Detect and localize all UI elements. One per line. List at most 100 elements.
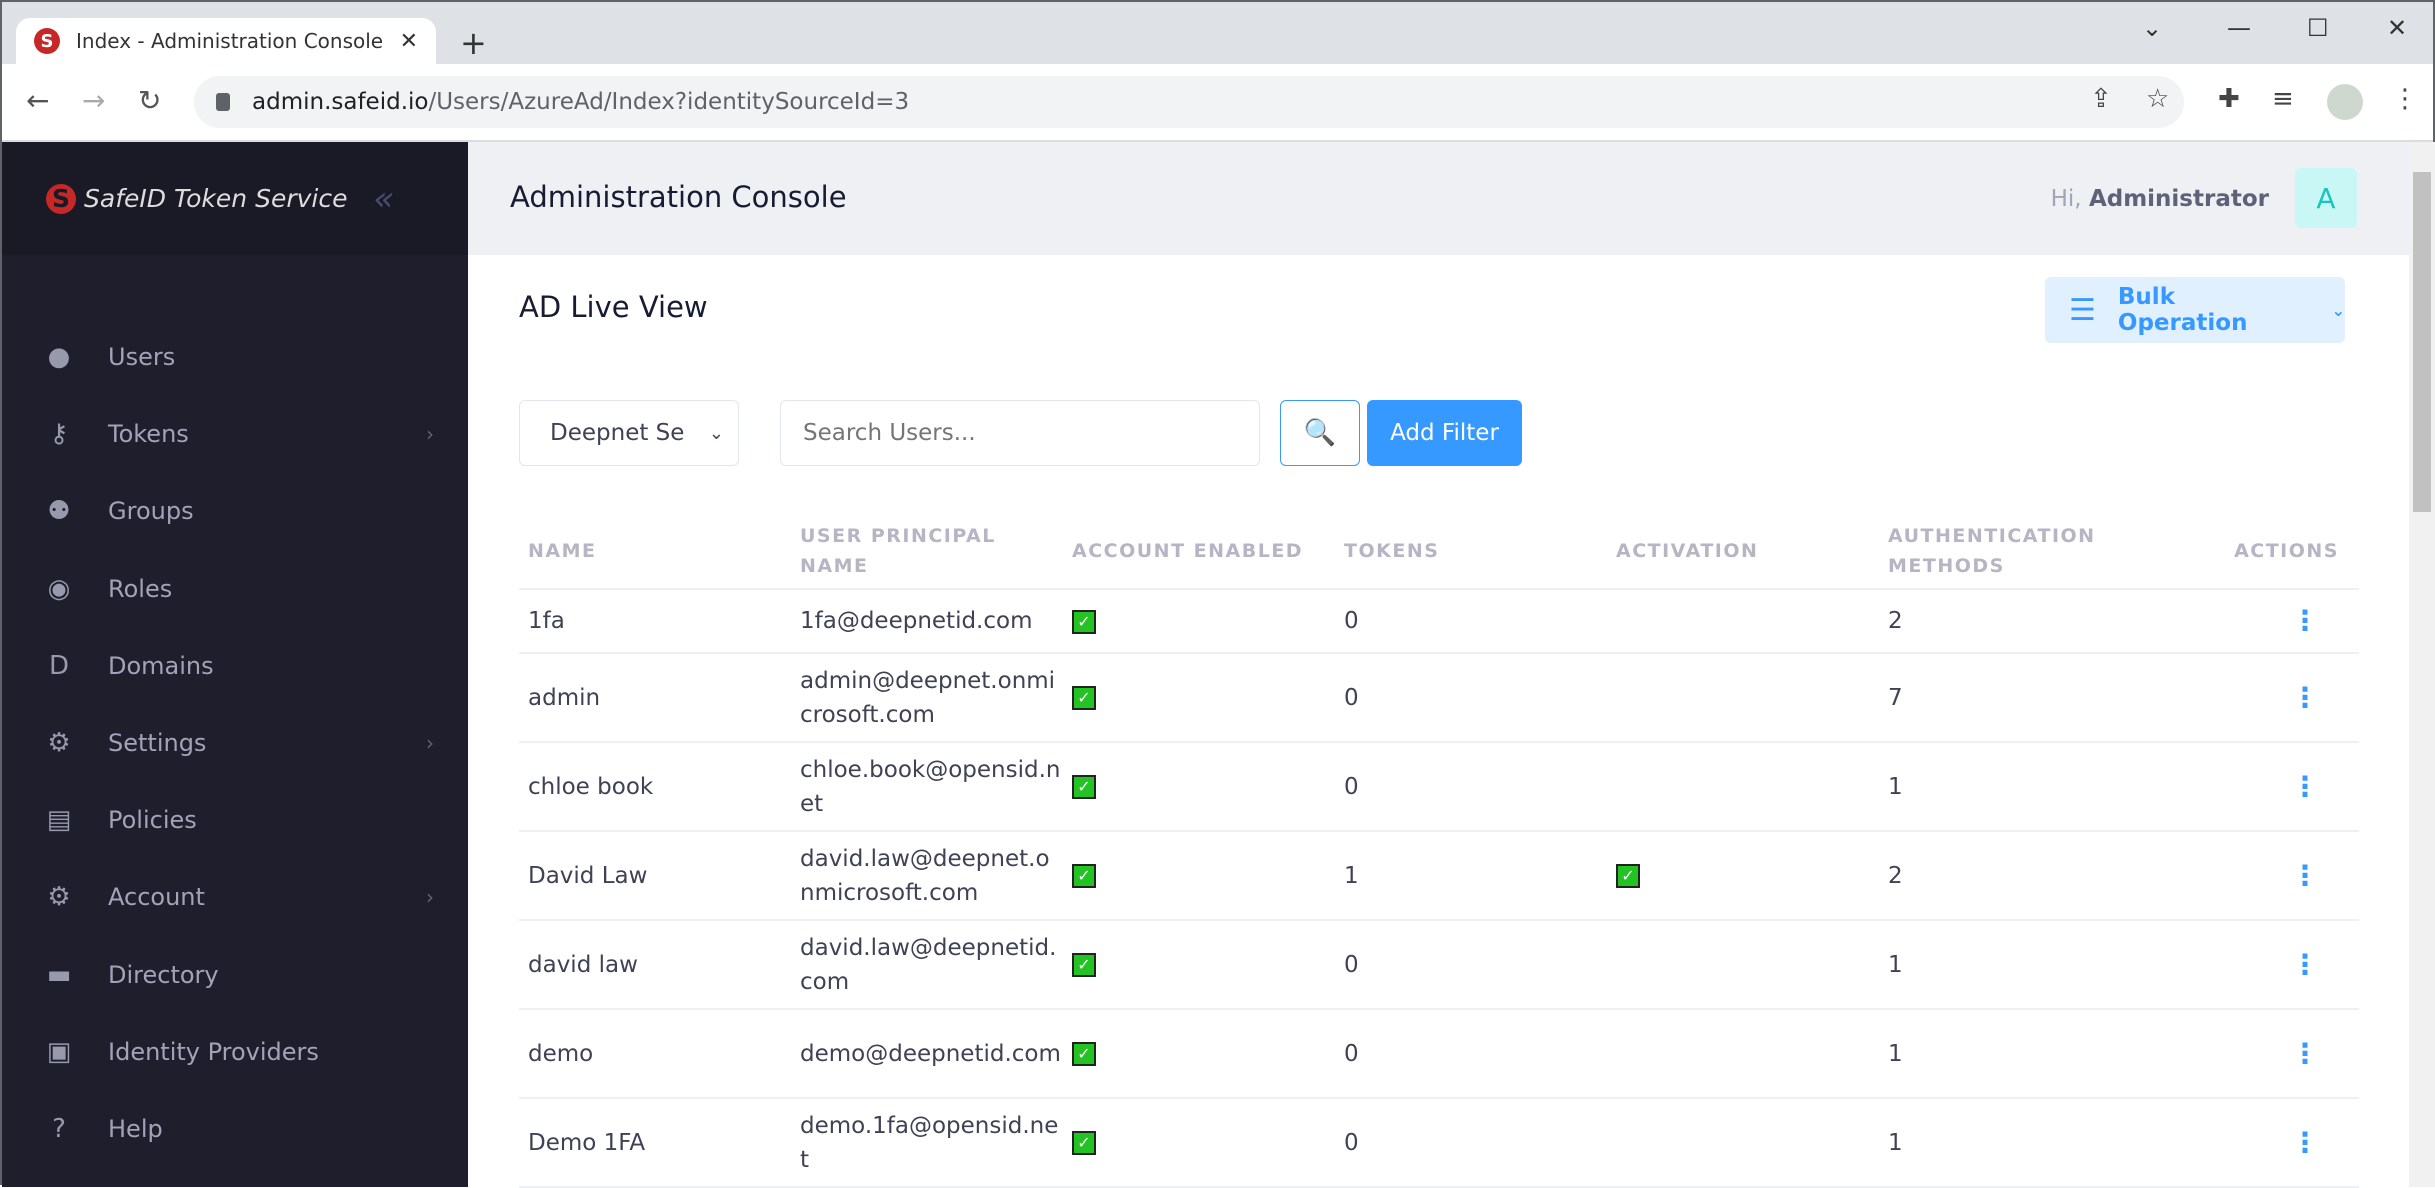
sidebar-item-policies[interactable]: ▤ Policies	[44, 805, 434, 835]
user-name[interactable]: admin	[519, 653, 791, 743]
account-enabled: ✓	[1063, 589, 1335, 654]
column-header[interactable]: USER PRINCIPAL NAME	[791, 513, 1063, 590]
actions-menu-icon[interactable]: ⋮	[2219, 589, 2359, 654]
sidebar-item-account[interactable]: ⚙ Account ›	[44, 882, 434, 912]
collapse-sidebar-icon[interactable]: «	[373, 179, 394, 219]
menu-icon[interactable]: ⋮	[2392, 84, 2418, 114]
tab-search-icon[interactable]: ⌄	[2142, 14, 2162, 42]
auth-methods-count: 1	[1879, 920, 2219, 1010]
column-header[interactable]: TOKENS	[1335, 513, 1607, 590]
bulk-operation-label: Bulk Operation	[2117, 284, 2248, 336]
checkbox-checked-icon: ✓	[1616, 864, 1640, 888]
account-enabled: ✓	[1063, 831, 1335, 921]
actions-menu-icon[interactable]: ⋮	[2219, 1009, 2359, 1099]
checkbox-checked-icon: ✓	[1072, 609, 1096, 634]
actions-menu-icon[interactable]: ⋮	[2219, 1098, 2359, 1188]
question-icon: ?	[52, 1114, 66, 1144]
table-row[interactable]: Demo 1FA demo.1fa@opensid.net ✓ 0 1 ⋮	[519, 1098, 2359, 1188]
column-header[interactable]: ACTIVATION	[1607, 513, 1879, 590]
user-avatar[interactable]: A	[2295, 168, 2357, 228]
close-tab-icon[interactable]: ✕	[400, 29, 418, 54]
maximize-button[interactable]: ☐	[2307, 14, 2329, 42]
back-button[interactable]: ←	[26, 84, 49, 117]
address-bar-row: ← → ↻ admin.safeid.io/Users/AzureAd/Inde…	[2, 64, 2433, 142]
tokens-count: 0	[1335, 589, 1607, 654]
sidebar-item-domains[interactable]: D Domains	[44, 651, 434, 681]
sidebar-item-users[interactable]: ● Users	[44, 342, 434, 372]
sidebar-item-directory[interactable]: ▬ Directory	[44, 960, 434, 990]
sidebar-item-groups[interactable]: ⚉ Groups	[44, 496, 434, 526]
url-field[interactable]: admin.safeid.io/Users/AzureAd/Index?iden…	[194, 76, 2184, 128]
share-icon[interactable]: ⇪	[2090, 84, 2112, 114]
sidebar-item-help[interactable]: ? Help	[44, 1114, 434, 1144]
search-button[interactable]: 🔍	[1280, 400, 1360, 466]
column-header[interactable]: AUTHENTICATION METHODS	[1879, 513, 2219, 590]
actions-menu-icon[interactable]: ⋮	[2219, 831, 2359, 921]
search-input[interactable]	[780, 400, 1260, 466]
table-row[interactable]: David Law david.law@deepnet.onmicrosoft.…	[519, 831, 2359, 921]
activation	[1607, 1009, 1879, 1099]
column-header[interactable]: NAME	[519, 513, 791, 590]
safeid-logo-icon: S	[46, 183, 76, 214]
table-row[interactable]: chloe book chloe.book@opensid.net ✓ 0 1 …	[519, 742, 2359, 832]
user-name: Administrator	[2088, 186, 2269, 212]
minimize-button[interactable]: —	[2227, 14, 2251, 42]
new-tab-button[interactable]: +	[460, 24, 487, 62]
sidebar-item-roles[interactable]: ◉ Roles	[44, 574, 434, 604]
forward-button[interactable]: →	[82, 84, 105, 117]
activation: ✓	[1607, 831, 1879, 921]
extensions-icon[interactable]: ✚	[2218, 84, 2240, 114]
user-name[interactable]: 1fa	[519, 589, 791, 654]
actions-menu-icon[interactable]: ⋮	[2219, 920, 2359, 1010]
key-icon: ⚷	[49, 419, 69, 450]
table-row[interactable]: 1fa 1fa@deepnetid.com ✓ 0 2 ⋮	[519, 589, 2359, 654]
url-host: admin.safeid.io	[252, 89, 429, 115]
star-icon[interactable]: ☆	[2146, 84, 2169, 114]
scrollbar-thumb[interactable]	[2413, 172, 2431, 512]
column-header[interactable]: ACTIONS	[2219, 513, 2359, 590]
profile-avatar[interactable]	[2327, 84, 2363, 120]
sidebar-item-label: Domains	[108, 651, 214, 680]
sidebar-item-tokens[interactable]: ⚷ Tokens ›	[44, 419, 434, 449]
user-name[interactable]: chloe book	[519, 742, 791, 832]
user-principal-name: david.law@deepnetid.com	[791, 920, 1063, 1010]
user-name[interactable]: David Law	[519, 831, 791, 921]
table-row[interactable]: demo demo@deepnetid.com ✓ 0 1 ⋮	[519, 1009, 2359, 1099]
sidebar-item-label: Settings	[108, 729, 207, 757]
add-filter-button[interactable]: Add Filter	[1367, 400, 1522, 466]
column-header[interactable]: ACCOUNT ENABLED	[1063, 513, 1335, 590]
table-row[interactable]: david law david.law@deepnetid.com ✓ 0 1 …	[519, 920, 2359, 1010]
bulk-operation-button[interactable]: ☰ Bulk Operation ⌄	[2045, 277, 2345, 343]
table-row[interactable]: admin admin@deepnet.onmicrosoft.com ✓ 0 …	[519, 653, 2359, 743]
user-name[interactable]: demo	[519, 1009, 791, 1099]
file-icon: ▤	[46, 805, 72, 836]
sidebar-item-label: Users	[108, 343, 176, 371]
chevron-right-icon: ›	[426, 885, 434, 910]
user-principal-name: 1fa@deepnetid.com	[791, 589, 1063, 654]
gears-icon: ⚙	[47, 728, 71, 758]
user-gear-icon: ⚙	[47, 882, 71, 913]
tokens-count: 0	[1335, 653, 1607, 743]
user-greeting[interactable]: Hi, Administrator	[2051, 186, 2269, 212]
close-window-button[interactable]: ✕	[2387, 14, 2407, 42]
users-table: NAME USER PRINCIPAL NAME ACCOUNT ENABLED TO…	[519, 513, 2359, 1188]
greeting: Hi,	[2050, 186, 2082, 212]
identity-source-select[interactable]: Deepnet Se ⌄	[519, 400, 739, 466]
sidebar-item-label: Tokens	[108, 420, 189, 449]
actions-menu-icon[interactable]: ⋮	[2219, 742, 2359, 832]
media-icon[interactable]: ≡	[2272, 84, 2294, 114]
auth-methods-count: 1	[1879, 742, 2219, 832]
reload-button[interactable]: ↻	[138, 84, 161, 117]
activation	[1607, 742, 1879, 832]
user-name[interactable]: Demo 1FA	[519, 1098, 791, 1188]
sidebar-item-label: Directory	[108, 960, 219, 989]
sidebar-item-identity-providers[interactable]: ▣ Identity Providers	[44, 1037, 434, 1067]
browser-tab[interactable]: S Index - Administration Console ✕	[16, 18, 436, 64]
actions-menu-icon[interactable]: ⋮	[2219, 653, 2359, 743]
search-icon: 🔍	[1303, 418, 1337, 448]
checkbox-checked-icon: ✓	[1072, 686, 1096, 710]
scrollbar[interactable]	[2409, 142, 2435, 1187]
sidebar-item-settings[interactable]: ⚙ Settings ›	[44, 728, 434, 758]
user-name[interactable]: david law	[519, 920, 791, 1010]
activation	[1607, 589, 1879, 654]
